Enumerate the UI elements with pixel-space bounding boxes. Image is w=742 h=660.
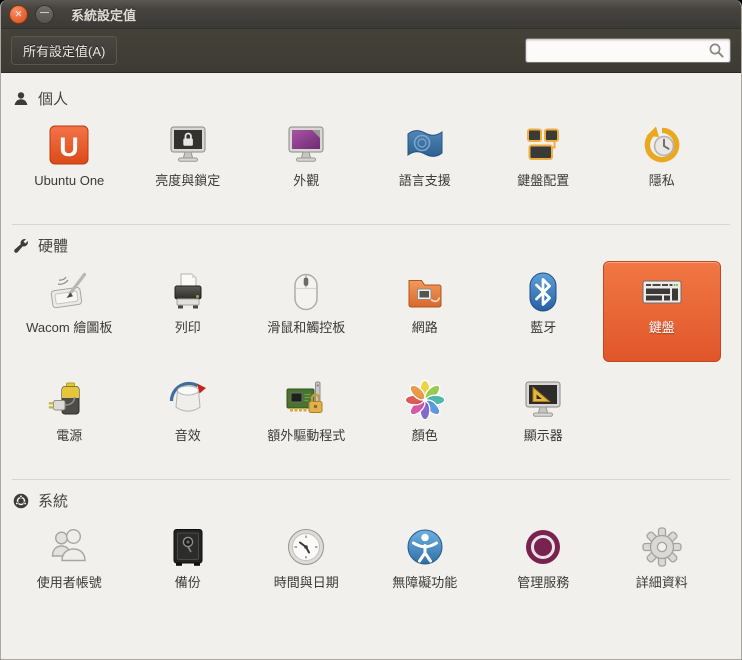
settings-item-label: 列印 <box>174 320 201 335</box>
settings-item-bluetooth[interactable]: 藍牙 <box>484 261 603 362</box>
section-grid: U Ubuntu One 亮度與鎖定 外觀 語言支援 鍵盤配置 隱私 <box>10 114 732 215</box>
settings-item-appearance[interactable]: 外觀 <box>247 114 366 215</box>
settings-item-additional-drivers[interactable]: 額外驅動程式 <box>247 369 366 470</box>
settings-item-displays[interactable]: 顯示器 <box>484 369 603 470</box>
details-icon <box>638 523 686 571</box>
search-input[interactable] <box>525 38 731 63</box>
settings-item-label: 顏色 <box>411 428 438 443</box>
settings-item-mouse-touchpad[interactable]: 滑鼠和觸控板 <box>247 261 366 362</box>
search-box <box>525 38 731 63</box>
settings-item-keyboard-layout[interactable]: 鍵盤配置 <box>484 114 603 215</box>
privacy-icon <box>638 121 686 169</box>
section-label-personal: 個人 <box>38 91 69 108</box>
appearance-icon <box>282 121 330 169</box>
settings-item-privacy[interactable]: 隱私 <box>603 114 722 215</box>
time-date-icon <box>282 523 330 571</box>
additional-drivers-icon <box>282 376 330 424</box>
settings-item-landscape-service[interactable]: 管理服務 <box>484 516 603 617</box>
user-accounts-icon <box>45 523 93 571</box>
backup-icon <box>164 523 212 571</box>
settings-item-power[interactable]: 電源 <box>10 369 129 470</box>
toolbar: 所有設定值(A) <box>1 29 741 73</box>
settings-item-label: 使用者帳號 <box>36 575 102 590</box>
settings-item-label: 亮度與鎖定 <box>155 173 221 188</box>
section-label-hardware: 硬體 <box>38 238 69 255</box>
section-label-system: 系統 <box>38 493 69 510</box>
section-header: 硬體 <box>10 225 732 261</box>
brightness-lock-icon <box>164 121 212 169</box>
settings-item-label: 額外驅動程式 <box>267 428 346 443</box>
settings-item-label: 藍牙 <box>530 320 557 335</box>
settings-item-label: 詳細資料 <box>635 575 688 590</box>
settings-item-universal-access[interactable]: 無障礙功能 <box>366 516 485 617</box>
settings-item-label: 鍵盤配置 <box>517 173 570 188</box>
system-settings-window: ✕ — 系統設定值 所有設定值(A) 個人 U Ubuntu One 亮度與鎖定 <box>0 0 742 660</box>
wacom-tablet-icon <box>45 268 93 316</box>
ubuntu-logo-icon <box>13 493 29 509</box>
settings-item-label: 網路 <box>411 320 438 335</box>
universal-access-icon <box>401 523 449 571</box>
settings-item-printing[interactable]: 列印 <box>129 261 248 362</box>
wrench-icon <box>13 238 29 254</box>
printer-icon <box>164 268 212 316</box>
minimize-icon: — <box>40 7 49 17</box>
color-icon <box>401 376 449 424</box>
settings-item-wacom-tablet[interactable]: Wacom 繪圖板 <box>10 261 129 362</box>
minimize-button[interactable]: — <box>35 4 54 24</box>
keyboard-layout-icon <box>519 121 567 169</box>
close-icon: ✕ <box>14 8 23 19</box>
close-button[interactable]: ✕ <box>9 4 28 24</box>
landscape-service-icon <box>519 523 567 571</box>
bluetooth-icon <box>519 268 567 316</box>
all-settings-button[interactable]: 所有設定值(A) <box>11 36 118 65</box>
person-icon <box>13 91 29 107</box>
settings-item-label: 隱私 <box>648 173 675 188</box>
settings-item-color[interactable]: 顏色 <box>366 369 485 470</box>
language-support-icon <box>401 121 449 169</box>
settings-item-label: Wacom 繪圖板 <box>26 320 113 335</box>
power-icon <box>45 376 93 424</box>
mouse-icon <box>282 268 330 316</box>
settings-item-brightness-lock[interactable]: 亮度與鎖定 <box>129 114 248 215</box>
section-header: 系統 <box>10 480 732 516</box>
settings-item-backup[interactable]: 備份 <box>129 516 248 617</box>
displays-icon <box>519 376 567 424</box>
settings-item-label: 無障礙功能 <box>392 575 458 590</box>
section-grid: 使用者帳號 備份 時間與日期 無障礙功能 管理服務 詳細資料 <box>10 516 732 617</box>
settings-item-details[interactable]: 詳細資料 <box>603 516 722 617</box>
settings-panel: 個人 U Ubuntu One 亮度與鎖定 外觀 語言支援 鍵盤配置 隱私 硬體… <box>1 73 741 659</box>
settings-item-label: Ubuntu One <box>34 173 105 188</box>
settings-item-language-support[interactable]: 語言支援 <box>366 114 485 215</box>
settings-item-keyboard[interactable]: 鍵盤 <box>602 261 721 362</box>
settings-item-label: 語言支援 <box>398 173 451 188</box>
settings-item-label: 管理服務 <box>517 575 570 590</box>
titlebar: ✕ — 系統設定值 <box>1 0 741 29</box>
ubuntu-one-icon: U <box>45 121 93 169</box>
window-title: 系統設定值 <box>71 7 137 23</box>
settings-item-label: 外觀 <box>293 173 320 188</box>
settings-item-label: 滑鼠和觸控板 <box>267 320 346 335</box>
settings-item-sound[interactable]: 音效 <box>129 369 248 470</box>
section-header: 個人 <box>10 78 732 114</box>
section-grid: Wacom 繪圖板 列印 滑鼠和觸控板 網路 藍牙 鍵盤 電源 音效 額外驅動程… <box>10 261 732 470</box>
settings-item-label: 時間與日期 <box>273 575 339 590</box>
settings-item-user-accounts[interactable]: 使用者帳號 <box>10 516 129 617</box>
settings-item-label: 備份 <box>174 575 201 590</box>
settings-item-time-date[interactable]: 時間與日期 <box>247 516 366 617</box>
settings-item-label: 音效 <box>174 428 201 443</box>
settings-item-ubuntu-one[interactable]: U Ubuntu One <box>10 114 129 215</box>
sound-icon <box>164 376 212 424</box>
svg-text:U: U <box>60 132 80 162</box>
network-icon <box>401 268 449 316</box>
settings-item-network[interactable]: 網路 <box>366 261 485 362</box>
settings-item-label: 顯示器 <box>523 428 563 443</box>
keyboard-icon <box>638 268 686 316</box>
settings-item-label: 電源 <box>56 428 83 443</box>
settings-item-label: 鍵盤 <box>648 320 675 335</box>
